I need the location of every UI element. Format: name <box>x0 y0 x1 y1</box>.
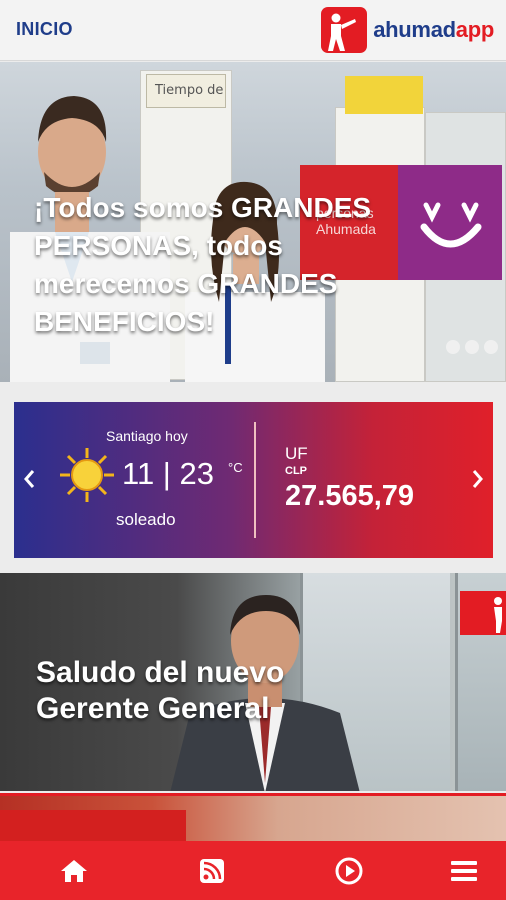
hero-banner[interactable]: Tiempo de personas Ahumada ¡Todos somos … <box>0 62 506 382</box>
carousel-indicators[interactable] <box>446 340 498 354</box>
nav-video-button[interactable] <box>334 857 364 885</box>
logo-wordmark-part1: ahumad <box>373 17 456 42</box>
logo-wordmark-part2: app <box>455 17 495 42</box>
nav-home-button[interactable] <box>59 857 89 885</box>
video-caption: Saludo del nuevo Gerente General <box>36 656 285 725</box>
uf-value: 27.565,79 <box>285 480 415 512</box>
menu-icon <box>451 861 477 881</box>
nav-menu-button[interactable] <box>449 857 479 885</box>
hero-headline: ¡Todos somos GRANDES PERSONAS, todos mer… <box>34 192 372 337</box>
play-icon <box>335 857 363 885</box>
weather-uf-card: Santiago hoy 11 | 23 °C soleado UF CLP 2… <box>14 402 493 558</box>
promo-block <box>0 810 186 843</box>
rss-icon <box>200 859 224 883</box>
carousel-dot[interactable] <box>446 340 460 354</box>
home-icon <box>61 860 87 882</box>
carousel-dot[interactable] <box>465 340 479 354</box>
weather-city: Santiago hoy <box>106 428 188 444</box>
logo-mark-icon <box>321 7 368 53</box>
logo-wordmark: ahumadapp <box>373 17 494 43</box>
divider <box>254 422 256 538</box>
sun-icon <box>60 448 114 502</box>
nav-news-button[interactable] <box>197 857 227 885</box>
clp-label: CLP <box>285 465 307 477</box>
bottom-navigation <box>0 841 506 900</box>
ahumadapp-logo[interactable]: ahumadapp <box>321 7 494 53</box>
app-header: INICIO ahumadapp <box>0 0 506 61</box>
yellow-sign <box>345 76 423 114</box>
brand-tag <box>460 591 506 635</box>
weather-condition: soleado <box>116 510 176 529</box>
previous-arrow-icon[interactable] <box>22 468 36 496</box>
temperature-unit: °C <box>228 460 243 475</box>
uf-label: UF <box>285 444 308 463</box>
temperature-range: 11 | 23 <box>122 456 214 491</box>
page-title: INICIO <box>16 19 73 39</box>
video-card[interactable]: Saludo del nuevo Gerente General <box>0 573 506 791</box>
carousel-dot[interactable] <box>484 340 498 354</box>
next-arrow-icon[interactable] <box>471 468 485 496</box>
next-card-preview[interactable] <box>0 793 506 843</box>
